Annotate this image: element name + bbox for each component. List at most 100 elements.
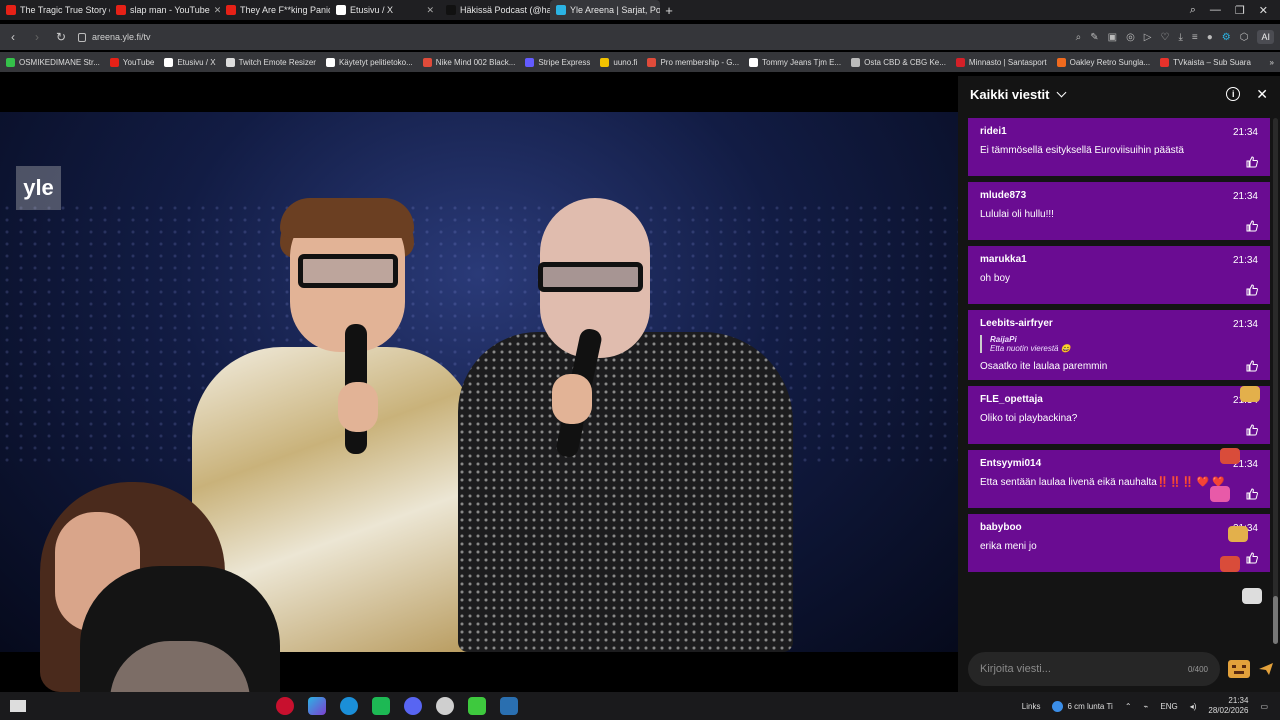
bookmark-item[interactable]: Nike Mind 002 Black... xyxy=(422,57,515,67)
bookmark-favicon-icon xyxy=(1056,57,1066,67)
url-field[interactable]: areena.yle.fi/tv xyxy=(78,32,978,42)
chat-header: Kaikki viestit i ✕ xyxy=(958,76,1280,112)
chat-username[interactable]: babyboo xyxy=(980,522,1258,533)
shield-app-icon[interactable] xyxy=(436,697,454,715)
tab-close-icon[interactable]: ✕ xyxy=(426,5,434,16)
thumbs-up-icon[interactable] xyxy=(1246,284,1258,296)
bookmark-item[interactable]: Osta CBD & CBG Ke... xyxy=(851,57,946,67)
bookmark-item[interactable]: Minnasto | Santasport xyxy=(955,57,1047,67)
back-button[interactable]: ‹ xyxy=(6,30,20,44)
bookmarks-overflow-icon[interactable]: » xyxy=(1270,58,1274,67)
emote-picker-icon[interactable] xyxy=(1226,656,1252,682)
thumbs-up-icon[interactable] xyxy=(1246,360,1258,372)
notifications-icon[interactable]: ▭ xyxy=(1260,702,1268,711)
download-icon[interactable]: ⤓ xyxy=(1178,32,1182,43)
bookmark-favicon-icon xyxy=(422,57,432,67)
close-icon[interactable]: ✕ xyxy=(1256,87,1268,101)
new-tab-button[interactable]: + xyxy=(660,3,678,18)
bookmark-list: OSMIKEDIMANE Str... YouTube Etusivu / X Twi… xyxy=(6,57,1251,67)
chat-message: mlude873 21:34 Lululai oli hullu!!! xyxy=(968,182,1270,240)
chevron-down-icon[interactable] xyxy=(1056,87,1066,97)
search-tabs-icon[interactable]: ⌕ xyxy=(1190,4,1196,17)
chat-scrollbar-thumb[interactable] xyxy=(1273,596,1278,644)
bookmark-item[interactable]: uuno.fi xyxy=(600,57,637,67)
camera-icon[interactable]: ▣ xyxy=(1108,32,1117,43)
forward-button[interactable]: › xyxy=(30,30,44,44)
bookmark-item[interactable]: OSMIKEDIMANE Str... xyxy=(6,57,100,67)
spotify-icon[interactable] xyxy=(372,697,390,715)
send-icon[interactable] xyxy=(1258,662,1274,676)
video-player[interactable]: yle xyxy=(0,76,958,692)
bookmark-item[interactable]: Oakley Retro Sungla... xyxy=(1056,57,1150,67)
ai-button[interactable]: AI xyxy=(1257,30,1274,44)
chat-message-text: Oliko toi playbackina? xyxy=(980,413,1078,424)
heart-icon[interactable]: ♡ xyxy=(1161,32,1170,43)
tab-label: slap man - YouTube xyxy=(130,5,210,15)
chat-username[interactable]: Leebits-airfryer xyxy=(980,318,1258,329)
edge-icon[interactable] xyxy=(340,697,358,715)
tray-expand-icon[interactable]: ⌃ xyxy=(1125,702,1132,711)
thumbs-up-icon[interactable] xyxy=(1246,552,1258,564)
office-icon[interactable] xyxy=(308,697,326,715)
thumbs-up-icon[interactable] xyxy=(1246,220,1258,232)
bookmark-item[interactable]: Stripe Express xyxy=(525,57,590,67)
browser-tab[interactable]: Yle Areena | Sarjat, Po✕ xyxy=(550,0,660,20)
chat-timestamp: 21:34 xyxy=(1232,255,1258,266)
browser-tab[interactable]: The Tragic True Story of Ju✕ xyxy=(0,0,110,20)
links-toolbar[interactable]: Links xyxy=(1022,702,1041,711)
thumbs-up-icon[interactable] xyxy=(1246,424,1258,436)
browser-tab[interactable]: They Are F**king Panickin✕ xyxy=(220,0,330,20)
network-icon[interactable]: ⌁ xyxy=(1144,702,1149,711)
bookmark-label: TVkaista – Sub Suara xyxy=(1173,57,1251,67)
profile-icon[interactable]: ● xyxy=(1207,32,1213,43)
bookmark-favicon-icon xyxy=(1160,57,1170,67)
info-icon[interactable]: i xyxy=(1226,87,1241,101)
shield-icon[interactable]: ◎ xyxy=(1126,32,1135,43)
cube-icon[interactable]: ⬡ xyxy=(1240,32,1249,43)
zoom-icon[interactable]: ⌕ xyxy=(1076,32,1082,43)
bookmark-item[interactable]: Twitch Emote Resizer xyxy=(225,57,316,67)
play-app-icon[interactable] xyxy=(468,697,486,715)
chat-filter-title[interactable]: Kaikki viestit xyxy=(970,87,1050,102)
bookmark-item[interactable]: TVkaista – Sub Suara xyxy=(1160,57,1251,67)
volume-icon[interactable]: ◂) xyxy=(1190,702,1197,711)
yle-logo: yle xyxy=(16,166,61,210)
steam-icon[interactable] xyxy=(500,697,518,715)
tab-favicon-icon xyxy=(6,5,16,15)
bookmark-item[interactable]: YouTube xyxy=(109,57,154,67)
weather-widget[interactable]: 6 cm lunta Ti xyxy=(1052,700,1113,712)
quoted-text: Etta nuotin vierestä 😄 xyxy=(990,344,1071,353)
thumbs-up-icon[interactable] xyxy=(1246,156,1258,168)
browser-tab[interactable]: Häkissä Podcast (@hakiss✕ xyxy=(440,0,550,20)
chat-scrollbar[interactable] xyxy=(1273,118,1278,644)
browser-tab[interactable]: slap man - YouTube ✕ xyxy=(110,0,220,20)
extension-icon[interactable]: ⚙ xyxy=(1222,32,1231,43)
language-indicator[interactable]: ENG xyxy=(1160,702,1177,711)
bookmark-item[interactable]: Etusivu / X xyxy=(164,57,216,67)
clock[interactable]: 21:34 28/02/2026 xyxy=(1208,696,1248,716)
opera-icon[interactable] xyxy=(276,697,294,715)
chat-username[interactable]: Entsyymi014 xyxy=(980,458,1258,469)
discord-icon[interactable] xyxy=(404,697,422,715)
chat-username[interactable]: ridei1 xyxy=(980,126,1258,137)
bookmark-item[interactable]: Käytetyt pelitietoko... xyxy=(325,57,413,67)
chat-username[interactable]: marukka1 xyxy=(980,254,1258,265)
bookmark-label: Minnasto | Santasport xyxy=(968,57,1047,67)
close-window-button[interactable]: ✕ xyxy=(1259,4,1268,17)
maximize-button[interactable]: ❐ xyxy=(1235,4,1245,17)
menu-icon[interactable]: ≡ xyxy=(1192,32,1198,43)
chat-username[interactable]: mlude873 xyxy=(980,190,1258,201)
edit-icon[interactable]: ✎ xyxy=(1090,32,1098,43)
thumbs-up-icon[interactable] xyxy=(1246,488,1258,500)
bookmark-item[interactable]: Tommy Jeans Tjm E... xyxy=(749,57,841,67)
play-icon[interactable]: ▷ xyxy=(1144,32,1152,43)
chat-message-input[interactable] xyxy=(980,663,1160,675)
start-button-icon[interactable] xyxy=(10,700,26,712)
quoted-reply: RaijaPi Etta nuotin vierestä 😄 xyxy=(980,335,1258,353)
tab-favicon-icon xyxy=(116,5,126,15)
chat-username[interactable]: FLE_opettaja xyxy=(980,394,1258,405)
bookmark-item[interactable]: Pro membership - G... xyxy=(647,57,739,67)
browser-tab[interactable]: Etusivu / X ✕ xyxy=(330,0,440,20)
reload-button[interactable]: ↻ xyxy=(54,30,68,44)
minimize-button[interactable]: — xyxy=(1210,4,1221,16)
